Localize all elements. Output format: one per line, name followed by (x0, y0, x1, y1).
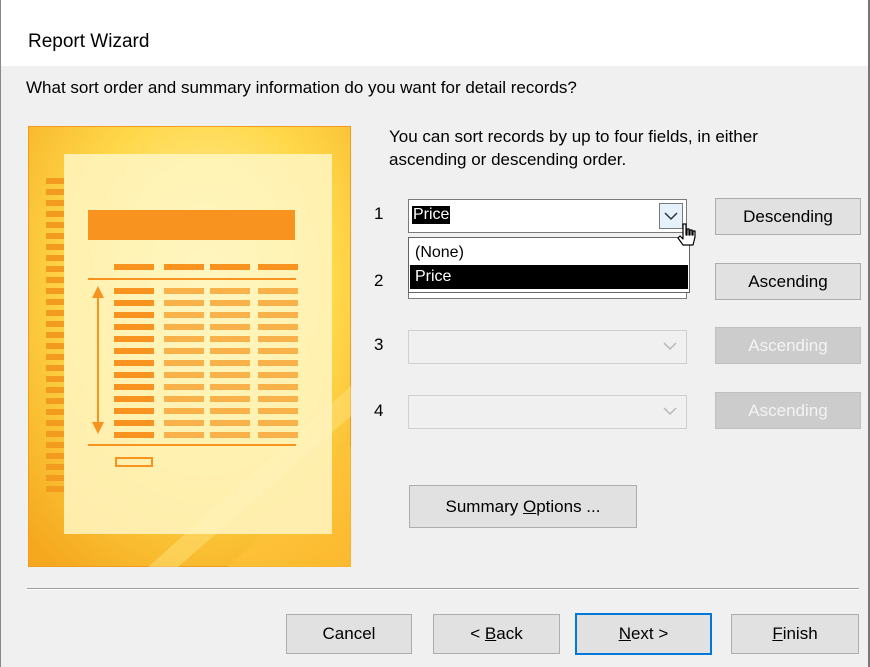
wizard-question: What sort order and summary information … (26, 78, 577, 97)
sort-field-1-value: Price (412, 206, 451, 224)
instructions-line-1: You can sort records by up to four field… (389, 127, 758, 146)
next-label-post: ext > (630, 624, 669, 643)
sort-field-2-number: 2 (374, 271, 384, 290)
sort-field-3-combobox[interactable] (408, 330, 687, 364)
finish-button[interactable]: Finish (731, 614, 859, 654)
sort-field-1-combobox[interactable]: Price (408, 199, 687, 233)
window-border-left (0, 0, 1, 667)
back-mnemonic: B (484, 624, 497, 643)
mouse-cursor-icon (677, 222, 701, 257)
summary-options-label-pre: Summary (445, 496, 523, 516)
cancel-button[interactable]: Cancel (286, 614, 412, 654)
chevron-down-icon (663, 342, 677, 351)
back-label-pre: < (470, 624, 485, 643)
summary-options-button[interactable]: Summary Options ... (409, 485, 637, 528)
summary-options-mnemonic: O (522, 496, 537, 516)
sort-field-4-dropdown-button[interactable] (659, 399, 683, 425)
finish-label-post: inish (782, 624, 818, 643)
sort-instructions: You can sort records by up to four field… (389, 125, 758, 171)
sort-field-4-combobox[interactable] (408, 395, 687, 429)
chevron-down-icon (664, 212, 678, 221)
back-button[interactable]: < Back (433, 614, 560, 654)
report-illustration (27, 125, 352, 568)
next-mnemonic: N (618, 624, 631, 643)
sort-field-3-order-button[interactable]: Ascending (715, 327, 861, 364)
sort-field-2-order-button[interactable]: Ascending (715, 263, 861, 300)
sort-field-1-number: 1 (374, 204, 384, 223)
finish-mnemonic: F (772, 624, 783, 643)
instructions-line-2: ascending or descending order. (389, 150, 627, 169)
sort-field-3-dropdown-button[interactable] (659, 334, 683, 360)
footer-separator-highlight (27, 589, 859, 590)
next-button[interactable]: Next > (575, 613, 712, 655)
sort-field-4-number: 4 (374, 401, 384, 420)
sort-field-4-order-button[interactable]: Ascending (715, 392, 861, 429)
chevron-down-icon (663, 407, 677, 416)
window-title: Report Wizard (28, 31, 150, 52)
dropdown-option-price[interactable]: Price (410, 265, 688, 289)
sort-field-3-number: 3 (374, 335, 384, 354)
dropdown-option-none[interactable]: (None) (410, 241, 688, 265)
sort-field-1-order-button[interactable]: Descending (715, 198, 861, 235)
sort-field-1-dropdown-list: (None) Price (408, 237, 690, 293)
back-label-post: ack (496, 624, 523, 643)
summary-options-label-post: ptions ... (536, 496, 601, 516)
